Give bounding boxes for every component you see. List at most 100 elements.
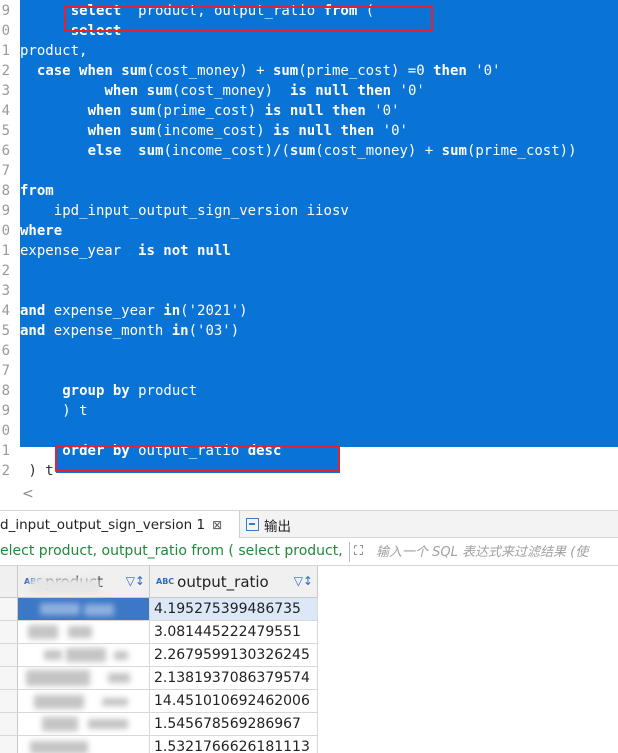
query-text: elect product, output_ratio from ( selec… [0, 543, 343, 559]
table-row[interactable]: 4.195275399486735 [0, 598, 618, 621]
code-line: product, [20, 41, 87, 61]
row-number-cell[interactable] [0, 598, 18, 621]
code-line: when sum(cost_money) is null then '0' [105, 81, 425, 101]
sql-keyword: is null then [264, 103, 366, 119]
redacted-blur [88, 719, 128, 729]
redacted-blur [108, 673, 130, 683]
row-number-cell[interactable] [0, 690, 18, 713]
filter-sort-icon[interactable]: ▽↕ [126, 574, 145, 588]
table-row[interactable]: 2.1381937086379574 [0, 667, 618, 690]
line-number: 3 [1, 83, 10, 99]
row-number-cell[interactable] [0, 667, 18, 690]
scroll-left-icon[interactable]: < [22, 486, 34, 502]
output-ratio-cell[interactable]: 2.1381937086379574 [150, 667, 318, 690]
table-row[interactable]: 1.5321766626181113 [0, 736, 618, 753]
output-ratio-cell[interactable]: 1.5321766626181113 [150, 736, 318, 753]
output-ratio-cell[interactable]: 1.545678569286967 [150, 713, 318, 736]
sql-text: '0' [466, 63, 501, 79]
sql-text: '0' [391, 83, 425, 99]
sql-text: (cost_money) [171, 83, 290, 99]
tab-output[interactable]: 输出 [242, 511, 291, 538]
line-number: 5 [1, 323, 10, 339]
tab-query-result[interactable]: d_input_output_sign_version 1 ⊠ [0, 511, 240, 538]
sql-keyword: when [87, 103, 122, 119]
table-row[interactable]: 1.545678569286967 [0, 713, 618, 736]
table-row[interactable]: 14.451010692462006 [0, 690, 618, 713]
redacted-blur [28, 625, 58, 639]
sql-keyword: in [171, 323, 189, 339]
output-ratio-cell[interactable]: 14.451010692462006 [150, 690, 318, 713]
row-number-cell[interactable] [0, 713, 18, 736]
sql-keyword: sum [138, 143, 164, 159]
output-ratio-cell[interactable]: 4.195275399486735 [150, 598, 318, 621]
sql-keyword: from [20, 183, 54, 199]
sql-text: ('03') [188, 323, 240, 339]
column-header-output-ratio[interactable]: ABC output_ratio ▽↕ [150, 566, 318, 598]
row-number-header [0, 566, 18, 598]
line-number: 6 [1, 143, 10, 159]
table-row[interactable]: 2.2679599130326245 [0, 644, 618, 667]
product-cell[interactable] [18, 644, 150, 667]
code-line: and expense_month in('03') [20, 321, 239, 341]
sql-keyword: and [20, 303, 46, 319]
redacted-blur [42, 717, 78, 731]
product-cell[interactable] [18, 667, 150, 690]
sql-text: '0' [365, 103, 400, 119]
code-line: from [20, 181, 54, 201]
sql-text: expense_year [20, 243, 139, 259]
line-number: 1 [1, 243, 10, 259]
filter-sort-icon[interactable]: ▽↕ [294, 574, 313, 588]
table-row[interactable]: 3.081445222479551 [0, 621, 618, 644]
sql-editor[interactable]: 9 0 1 2 3 4 5 6 7 8 9 0 1 2 3 4 5 6 7 8 9 0 1 2 select product,… [0, 0, 618, 486]
sql-text: (income_cost) [155, 123, 274, 139]
line-number: 0 [1, 23, 10, 39]
product-cell[interactable] [18, 621, 150, 644]
product-cell[interactable] [18, 690, 150, 713]
product-cell[interactable] [18, 713, 150, 736]
code-line: group by product [62, 381, 197, 401]
line-number: 2 [1, 263, 10, 279]
tab-output-label: 输出 [264, 518, 291, 535]
sql-keyword: when [104, 83, 139, 99]
output-ratio-cell[interactable]: 3.081445222479551 [150, 621, 318, 644]
line-number: 8 [1, 183, 10, 199]
sql-text: (prime_cost)) [466, 143, 577, 159]
code-line: case when sum(cost_money) + sum(prime_co… [37, 61, 501, 81]
redacted-blur [26, 670, 90, 686]
sql-text: expense_year [45, 303, 164, 319]
close-icon[interactable]: ⊠ [212, 518, 222, 532]
line-number: 0 [1, 423, 10, 439]
expand-filter-icon[interactable]: ⛶ [354, 544, 363, 559]
line-number: 7 [1, 163, 10, 179]
sql-keyword: sum [289, 143, 316, 159]
line-number: 1 [1, 43, 10, 59]
code-line: when sum(prime_cost) is null then '0' [88, 101, 400, 121]
product-cell[interactable] [18, 598, 150, 621]
line-number: 4 [1, 303, 10, 319]
code-line: when sum(income_cost) is null then '0' [88, 121, 408, 141]
line-number: 4 [1, 103, 10, 119]
row-number-cell[interactable] [0, 644, 18, 667]
sql-keyword: group by [62, 383, 130, 399]
redacted-blur [84, 604, 114, 616]
sql-text: ipd_input_output_sign_version iiosv [53, 203, 349, 219]
output-ratio-cell[interactable]: 2.2679599130326245 [150, 644, 318, 667]
code-line: ) t [62, 401, 87, 421]
product-cell[interactable] [18, 736, 150, 753]
sql-keyword: sum [129, 103, 156, 119]
sql-keyword: sum [146, 83, 172, 99]
code-area[interactable]: select product, output_ratio from (selec… [20, 0, 618, 486]
row-number-cell[interactable] [0, 736, 18, 753]
row-number-cell[interactable] [0, 621, 18, 644]
redacted-blur [30, 741, 88, 753]
sql-text: (cost_money) + [146, 63, 273, 79]
sql-text: ) t [62, 403, 88, 419]
line-number: 9 [1, 3, 10, 19]
result-tab-bar: d_input_output_sign_version 1 ⊠ 输出 [0, 510, 618, 538]
redacted-blur [44, 650, 62, 660]
redacted-blur [34, 695, 84, 709]
filter-input[interactable] [376, 542, 618, 562]
